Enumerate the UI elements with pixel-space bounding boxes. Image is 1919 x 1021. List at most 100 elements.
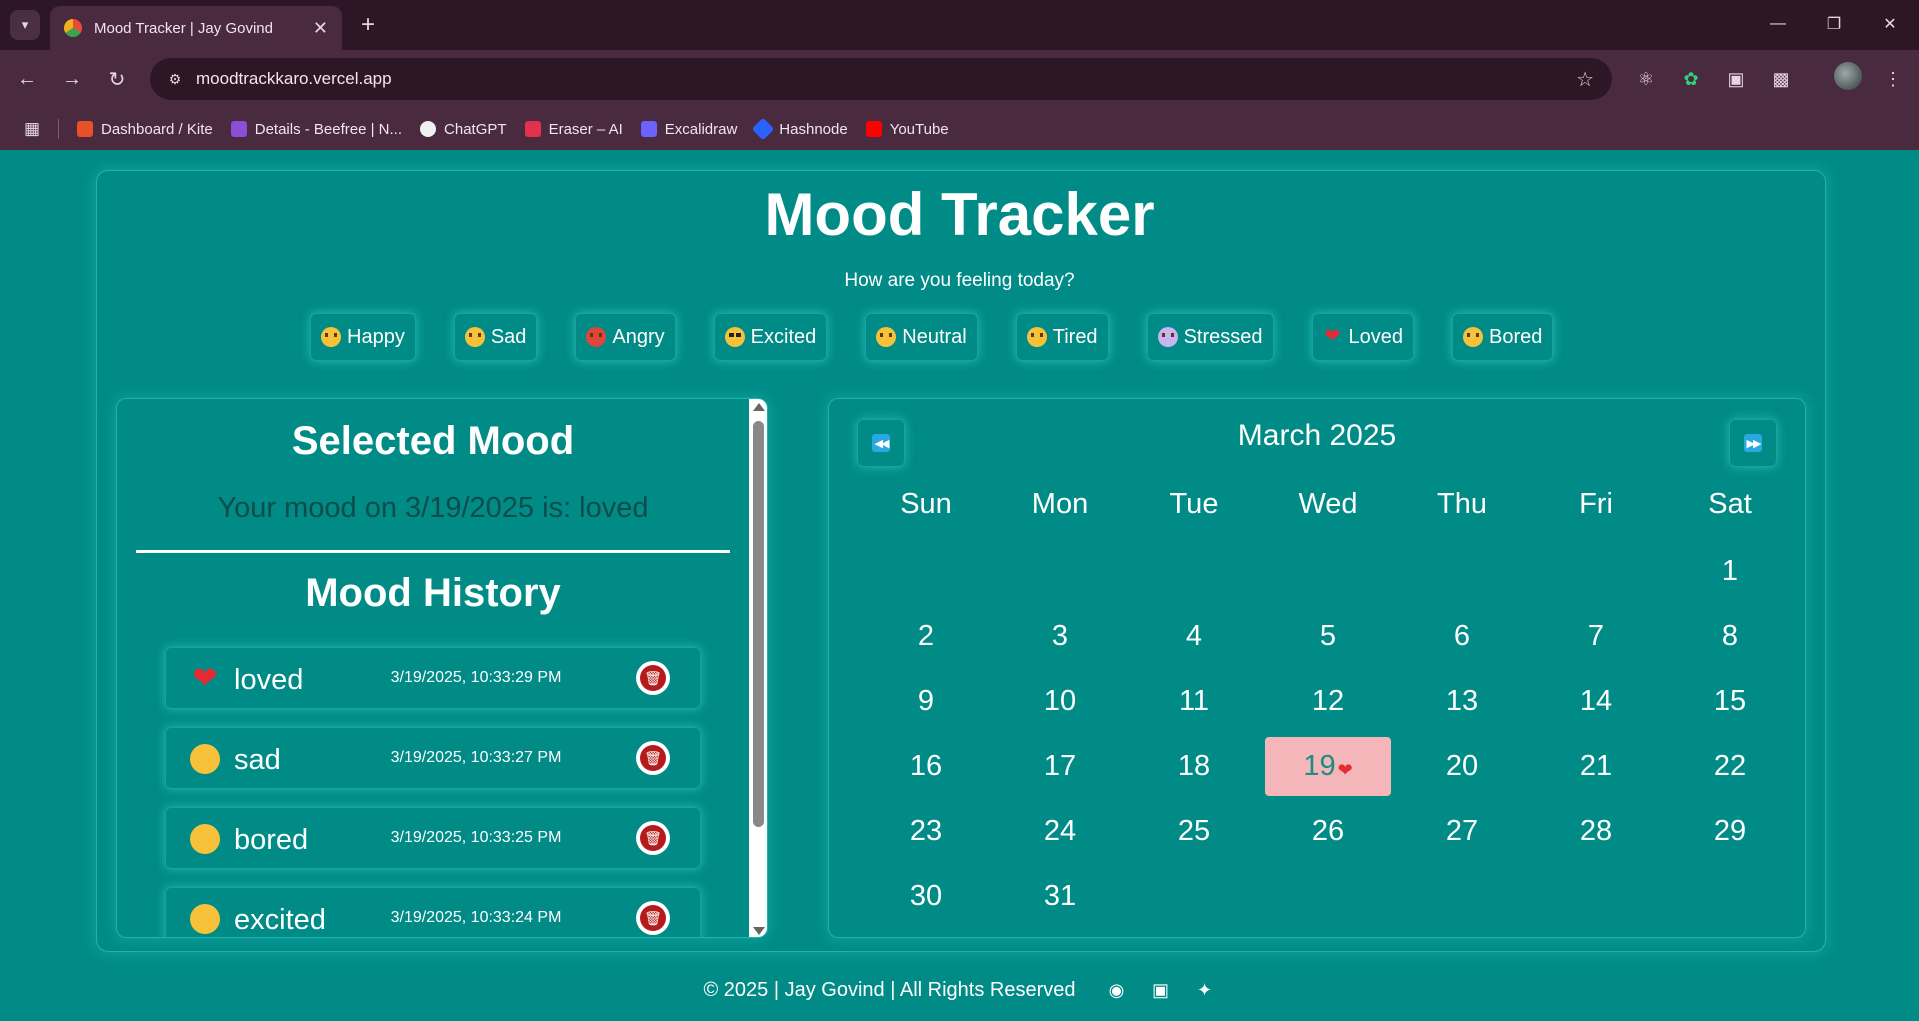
bookmark-item[interactable]: Dashboard / Kite	[77, 121, 213, 138]
bookmark-item[interactable]: Details - Beefree | N...	[230, 121, 402, 138]
bookmark-star-icon[interactable]: ☆	[1576, 67, 1594, 92]
calendar-day[interactable]: 21	[1529, 734, 1663, 799]
mood-label: Happy	[347, 325, 405, 348]
scroll-up-icon[interactable]	[753, 403, 765, 411]
bookmark-item[interactable]: Hashnode	[751, 117, 848, 141]
calendar-day-selected[interactable]: 19 ❤	[1265, 737, 1391, 796]
calendar-day[interactable]: 18	[1127, 734, 1261, 799]
calendar-day[interactable]: 22	[1663, 734, 1797, 799]
history-mood: excited	[234, 904, 326, 936]
window-close-icon[interactable]: ✕	[1870, 8, 1910, 40]
page-title: Mood Tracker	[764, 181, 1155, 248]
calendar-day[interactable]: 1	[1663, 539, 1797, 604]
calendar-day-number: 28	[1579, 815, 1613, 847]
calendar-day[interactable]: 15	[1663, 669, 1797, 734]
calendar-day[interactable]: 8	[1663, 604, 1797, 669]
browser-tab[interactable]: Mood Tracker | Jay Govind ✕	[50, 6, 342, 50]
extensions-puzzle-icon[interactable]: ▩	[1766, 64, 1796, 94]
trash-icon: 🗑	[640, 825, 666, 851]
minimize-icon[interactable]: —	[1758, 8, 1798, 40]
bookmark-item[interactable]: Excalidraw	[640, 121, 737, 138]
bookmark-item[interactable]: YouTube	[865, 121, 949, 138]
site-info-icon[interactable]: ⚙	[166, 70, 184, 88]
mood-button-neutral[interactable]: Neutral	[865, 313, 978, 361]
menu-kebab-icon[interactable]: ⋮	[1878, 64, 1908, 94]
calendar-day[interactable]: 12	[1261, 669, 1395, 734]
mood-button-excited[interactable]: Excited	[713, 313, 828, 361]
calendar-day[interactable]: 6	[1395, 604, 1529, 669]
calendar-day[interactable]: 30	[859, 864, 993, 929]
address-bar[interactable]: ⚙ moodtrackkaro.vercel.app ☆	[150, 58, 1612, 100]
trash-icon: 🗑	[640, 745, 666, 771]
calendar-day[interactable]: 11	[1127, 669, 1261, 734]
scroll-thumb[interactable]	[753, 421, 764, 827]
calendar-day-number: 31	[1043, 880, 1077, 912]
forward-icon[interactable]: →	[57, 64, 87, 94]
history-row: ❤ loved 3/19/2025, 10:33:29 PM 🗑	[165, 647, 701, 709]
bookmark-item[interactable]: Eraser – AI	[524, 121, 623, 138]
calendar-day-number: 14	[1579, 685, 1613, 717]
calendar-day[interactable]: 4	[1127, 604, 1261, 669]
back-icon[interactable]: ←	[12, 64, 42, 94]
mood-button-happy[interactable]: Happy	[310, 313, 416, 361]
calendar-day[interactable]: 3	[993, 604, 1127, 669]
react-devtools-icon[interactable]: ⚛	[1631, 64, 1661, 94]
tab-close-icon[interactable]: ✕	[313, 18, 328, 39]
profile-avatar[interactable]	[1834, 62, 1862, 90]
weekday-header: Tue	[1169, 487, 1219, 520]
calendar-day[interactable]: 29	[1663, 799, 1797, 864]
calendar-day[interactable]: 31	[993, 864, 1127, 929]
new-tab-icon[interactable]: +	[353, 10, 383, 40]
calendar-day[interactable]: 16	[859, 734, 993, 799]
delete-button[interactable]: 🗑	[636, 741, 670, 775]
bookmark-item[interactable]: ChatGPT	[420, 121, 507, 138]
scrollbar[interactable]	[749, 399, 767, 937]
next-month-button[interactable]: ▶▶	[1729, 419, 1777, 467]
calendar-day[interactable]: 13	[1395, 669, 1529, 734]
twitter-icon[interactable]: ✦	[1193, 979, 1215, 1001]
restore-icon[interactable]: ❐	[1814, 8, 1854, 40]
calendar-day[interactable]: 14	[1529, 669, 1663, 734]
calendar-day[interactable]: 24	[993, 799, 1127, 864]
mood-button-loved[interactable]: ❤ Loved	[1311, 313, 1414, 361]
extension-leaf-icon[interactable]: ✿	[1676, 64, 1706, 94]
calendar-day[interactable]: 26	[1261, 799, 1395, 864]
calendar-day[interactable]: 5	[1261, 604, 1395, 669]
linkedin-extension-icon[interactable]: ▣	[1721, 64, 1751, 94]
delete-button[interactable]: 🗑	[636, 821, 670, 855]
calendar-day[interactable]: 23	[859, 799, 993, 864]
calendar-day[interactable]: 17	[993, 734, 1127, 799]
mood-button-bored[interactable]: Bored	[1452, 313, 1554, 361]
calendar-day[interactable]: 9	[859, 669, 993, 734]
calendar-day[interactable]: 7	[1529, 604, 1663, 669]
delete-button[interactable]: 🗑	[636, 901, 670, 935]
reload-icon[interactable]: ↻	[102, 64, 132, 94]
calendar-day-number: 16	[909, 750, 943, 782]
bookmark-label: Dashboard / Kite	[101, 120, 213, 138]
calendar-day[interactable]: 2	[859, 604, 993, 669]
mood-button-stressed[interactable]: Stressed	[1146, 313, 1274, 361]
history-time: 3/19/2025, 10:33:29 PM	[390, 669, 562, 686]
scroll-down-icon[interactable]	[753, 927, 765, 935]
calendar-day-number: 10	[1043, 685, 1077, 717]
tab-search-icon[interactable]: ▾	[10, 10, 40, 40]
angry-face-icon	[586, 327, 607, 347]
delete-button[interactable]: 🗑	[636, 661, 670, 695]
mood-button-tired[interactable]: Tired	[1015, 313, 1109, 361]
calendar-day-number: 6	[1453, 620, 1471, 652]
github-icon[interactable]: ◉	[1105, 979, 1127, 1001]
calendar-day-number: 4	[1185, 620, 1203, 652]
calendar-day[interactable]: 27	[1395, 799, 1529, 864]
weekday-header: Sun	[900, 487, 952, 520]
calendar-day[interactable]: 10	[993, 669, 1127, 734]
calendar-day[interactable]: 25	[1127, 799, 1261, 864]
linkedin-icon[interactable]: ▣	[1149, 979, 1171, 1001]
mood-button-angry[interactable]: Angry	[575, 313, 676, 361]
calendar-day[interactable]: 28	[1529, 799, 1663, 864]
expressionless-face-icon	[1463, 327, 1483, 347]
bookmark-favicon-icon	[865, 121, 882, 137]
calendar-day[interactable]: 20	[1395, 734, 1529, 799]
apps-grid-icon[interactable]: ▦	[22, 119, 42, 139]
mood-label: Bored	[1489, 325, 1543, 348]
mood-button-sad[interactable]: Sad	[453, 313, 538, 361]
